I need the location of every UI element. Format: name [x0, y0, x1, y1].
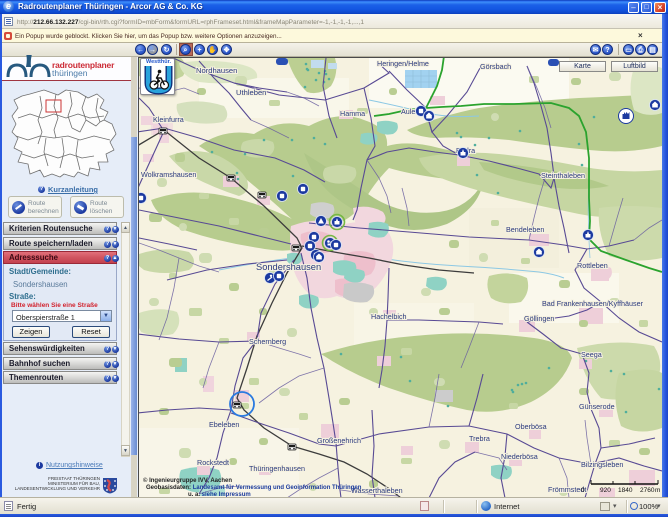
svg-text:Bad Frankenhausen/Kyffhäuser: Bad Frankenhausen/Kyffhäuser: [542, 299, 644, 308]
svg-text:© Ingenieurgruppe IVV, Aachen: © Ingenieurgruppe IVV, Aachen: [143, 477, 232, 484]
svg-text:Hamma: Hamma: [340, 109, 365, 118]
svg-text:Bilzingsleben: Bilzingsleben: [581, 460, 623, 469]
svg-text:Steinthaleben: Steinthaleben: [541, 171, 585, 180]
svg-text:Nordhausen: Nordhausen: [196, 66, 237, 75]
svg-text:Görsbach: Görsbach: [480, 62, 511, 71]
svg-text:Kleinfurra: Kleinfurra: [153, 115, 184, 124]
svg-text:Göllingen: Göllingen: [524, 314, 554, 323]
svg-text:Rottleben: Rottleben: [577, 261, 608, 270]
svg-text:Großenehrich: Großenehrich: [317, 436, 361, 445]
svg-text:Schernberg: Schernberg: [249, 337, 286, 346]
svg-text:Rockstedt: Rockstedt: [197, 458, 229, 467]
svg-text:Hachelbich: Hachelbich: [371, 312, 407, 321]
svg-text:Niederbösa: Niederbösa: [501, 452, 538, 461]
svg-text:Ebeleben: Ebeleben: [209, 420, 239, 429]
svg-text:Wolkramshausen: Wolkramshausen: [141, 170, 196, 179]
svg-text:Geobasisdaten: Landesamt für V: Geobasisdaten: Landesamt für Vermessung …: [146, 485, 362, 491]
svg-text:Thüringenhausen: Thüringenhausen: [249, 464, 305, 473]
svg-text:m: m: [655, 487, 660, 494]
svg-text:Heringen/Helme: Heringen/Helme: [377, 59, 429, 68]
svg-text:2760: 2760: [640, 487, 655, 494]
svg-text:Günserode: Günserode: [579, 402, 615, 411]
svg-text:Bendeleben: Bendeleben: [506, 225, 544, 234]
svg-text:920: 920: [600, 487, 611, 494]
svg-text:Uthleben: Uthleben: [236, 88, 266, 97]
svg-text:1840: 1840: [618, 487, 633, 494]
svg-text:Oberbösa: Oberbösa: [515, 422, 547, 431]
svg-text:Sondershausen: Sondershausen: [256, 262, 321, 272]
svg-text:Seega: Seega: [581, 350, 602, 359]
svg-text:Trebra: Trebra: [469, 434, 490, 443]
svg-text:0: 0: [581, 487, 585, 494]
